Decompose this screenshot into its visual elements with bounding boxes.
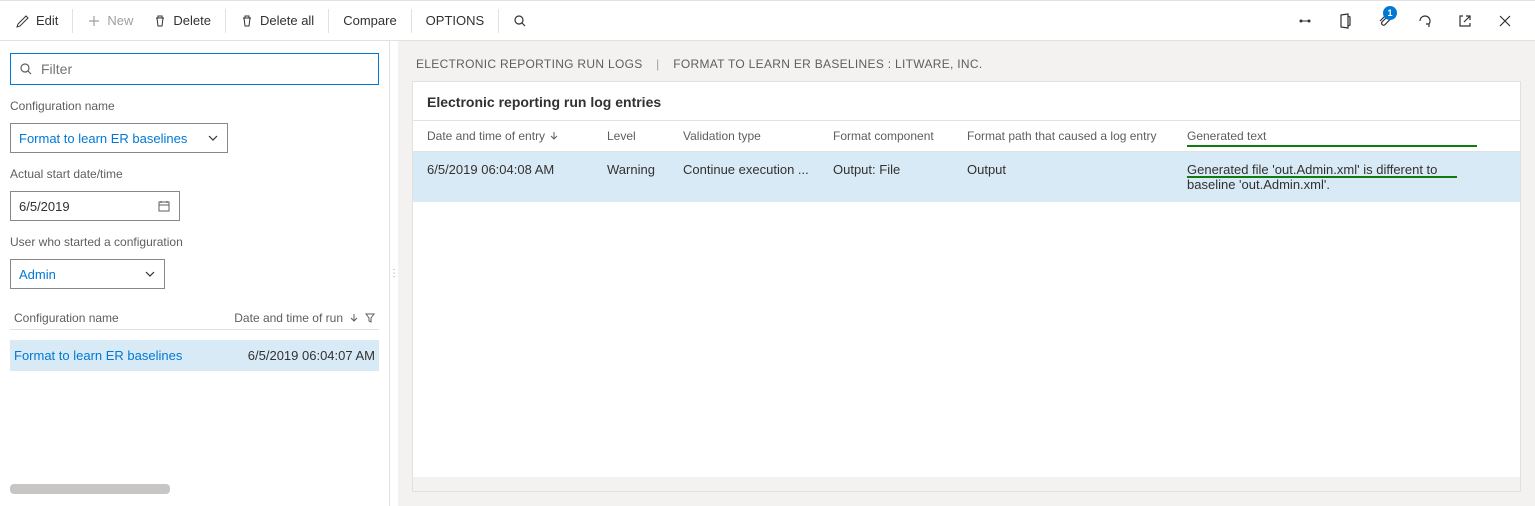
header-config[interactable]: Configuration name: [14, 311, 119, 325]
search-icon: [513, 14, 527, 28]
options-label: OPTIONS: [426, 13, 485, 28]
log-table: Date and time of entry Level Validation …: [413, 120, 1520, 491]
refresh-icon[interactable]: [1411, 7, 1439, 35]
col-validation[interactable]: Validation type: [683, 129, 833, 143]
delete-all-label: Delete all: [260, 13, 314, 28]
filter-icon[interactable]: [365, 313, 375, 323]
col-generated[interactable]: Generated text: [1187, 129, 1487, 143]
main: ELECTRONIC REPORTING RUN LOGS | FORMAT T…: [398, 41, 1535, 506]
plus-icon: [87, 14, 101, 28]
compare-button[interactable]: Compare: [333, 7, 406, 34]
trash-icon: [153, 14, 167, 28]
start-date-field[interactable]: 6/5/2019: [10, 191, 180, 221]
app-window: Edit New Delete Delete all: [0, 0, 1535, 506]
breadcrumb-part2[interactable]: FORMAT TO LEARN ER BASELINES : LITWARE, …: [673, 57, 982, 71]
config-name-select[interactable]: Format to learn ER baselines: [10, 123, 228, 153]
sort-down-icon[interactable]: [349, 313, 359, 323]
user-select[interactable]: Admin: [10, 259, 165, 289]
panel-title: Electronic reporting run log entries: [413, 82, 1520, 120]
delete-button[interactable]: Delete: [143, 7, 221, 34]
notification-badge: 1: [1383, 6, 1397, 20]
toolbar-group: Edit New Delete Delete all: [6, 7, 537, 34]
pencil-icon: [16, 14, 30, 28]
calendar-icon: [157, 199, 171, 213]
sidebar-grid-row[interactable]: Format to learn ER baselines 6/5/2019 06…: [10, 340, 379, 371]
cell-date: 6/5/2019 06:04:08 AM: [427, 162, 607, 177]
sidebar: Configuration name Format to learn ER ba…: [0, 41, 390, 506]
cell-generated: Generated file 'out.Admin.xml' is differ…: [1187, 162, 1487, 192]
table-header: Date and time of entry Level Validation …: [413, 121, 1520, 152]
log-panel: Electronic reporting run log entries Dat…: [412, 81, 1521, 492]
header-rundate-wrap: Date and time of run: [234, 311, 375, 325]
close-icon[interactable]: [1491, 7, 1519, 35]
cell-path: Output: [967, 162, 1187, 177]
toolbar: Edit New Delete Delete all: [0, 1, 1535, 41]
chevron-down-icon: [207, 132, 219, 144]
new-label: New: [107, 13, 133, 28]
office-icon[interactable]: [1331, 7, 1359, 35]
sort-down-icon: [549, 131, 559, 141]
delete-all-button[interactable]: Delete all: [230, 7, 324, 34]
highlight-underline: [1187, 176, 1457, 178]
horizontal-scrollbar[interactable]: [10, 484, 170, 494]
user-label: User who started a configuration: [10, 235, 379, 249]
row-date: 6/5/2019 06:04:07 AM: [248, 348, 375, 363]
new-button[interactable]: New: [77, 7, 143, 34]
filter-input[interactable]: [39, 60, 370, 78]
breadcrumb-sep: |: [656, 57, 659, 71]
edit-label: Edit: [36, 13, 58, 28]
delete-label: Delete: [173, 13, 211, 28]
edit-button[interactable]: Edit: [6, 7, 68, 34]
separator: [72, 9, 73, 33]
search-button[interactable]: [503, 8, 537, 34]
compare-label: Compare: [343, 13, 396, 28]
cell-validation: Continue execution ...: [683, 162, 833, 177]
col-path[interactable]: Format path that caused a log entry: [967, 129, 1187, 143]
cell-component: Output: File: [833, 162, 967, 177]
connector-icon[interactable]: [1291, 7, 1319, 35]
search-icon: [19, 62, 33, 76]
separator: [498, 9, 499, 33]
col-date[interactable]: Date and time of entry: [427, 129, 607, 143]
breadcrumb: ELECTRONIC REPORTING RUN LOGS | FORMAT T…: [398, 41, 1535, 81]
breadcrumb-part1[interactable]: ELECTRONIC REPORTING RUN LOGS: [416, 57, 643, 71]
trash-icon: [240, 14, 254, 28]
cell-level: Warning: [607, 162, 683, 177]
user-value: Admin: [19, 267, 56, 282]
attachments-icon[interactable]: 1: [1371, 7, 1399, 35]
config-name-value: Format to learn ER baselines: [19, 131, 187, 146]
body: Configuration name Format to learn ER ba…: [0, 41, 1535, 506]
col-date-label: Date and time of entry: [427, 129, 545, 143]
options-button[interactable]: OPTIONS: [416, 7, 495, 34]
row-config[interactable]: Format to learn ER baselines: [14, 348, 182, 363]
sidebar-grid-header: Configuration name Date and time of run: [10, 305, 379, 330]
chevron-down-icon: [144, 268, 156, 280]
separator: [225, 9, 226, 33]
separator: [328, 9, 329, 33]
start-date-value: 6/5/2019: [19, 199, 70, 214]
header-rundate[interactable]: Date and time of run: [234, 311, 343, 325]
separator: [411, 9, 412, 33]
col-level[interactable]: Level: [607, 129, 683, 143]
popout-icon[interactable]: [1451, 7, 1479, 35]
splitter-handle[interactable]: ⋮: [390, 41, 398, 506]
filter-input-wrap[interactable]: [10, 53, 379, 85]
toolbar-right: 1: [1291, 7, 1529, 35]
start-date-label: Actual start date/time: [10, 167, 379, 181]
table-bottom-scroll[interactable]: [413, 477, 1520, 491]
col-component[interactable]: Format component: [833, 129, 967, 143]
config-name-label: Configuration name: [10, 99, 379, 113]
table-row[interactable]: 6/5/2019 06:04:08 AM Warning Continue ex…: [413, 152, 1520, 202]
